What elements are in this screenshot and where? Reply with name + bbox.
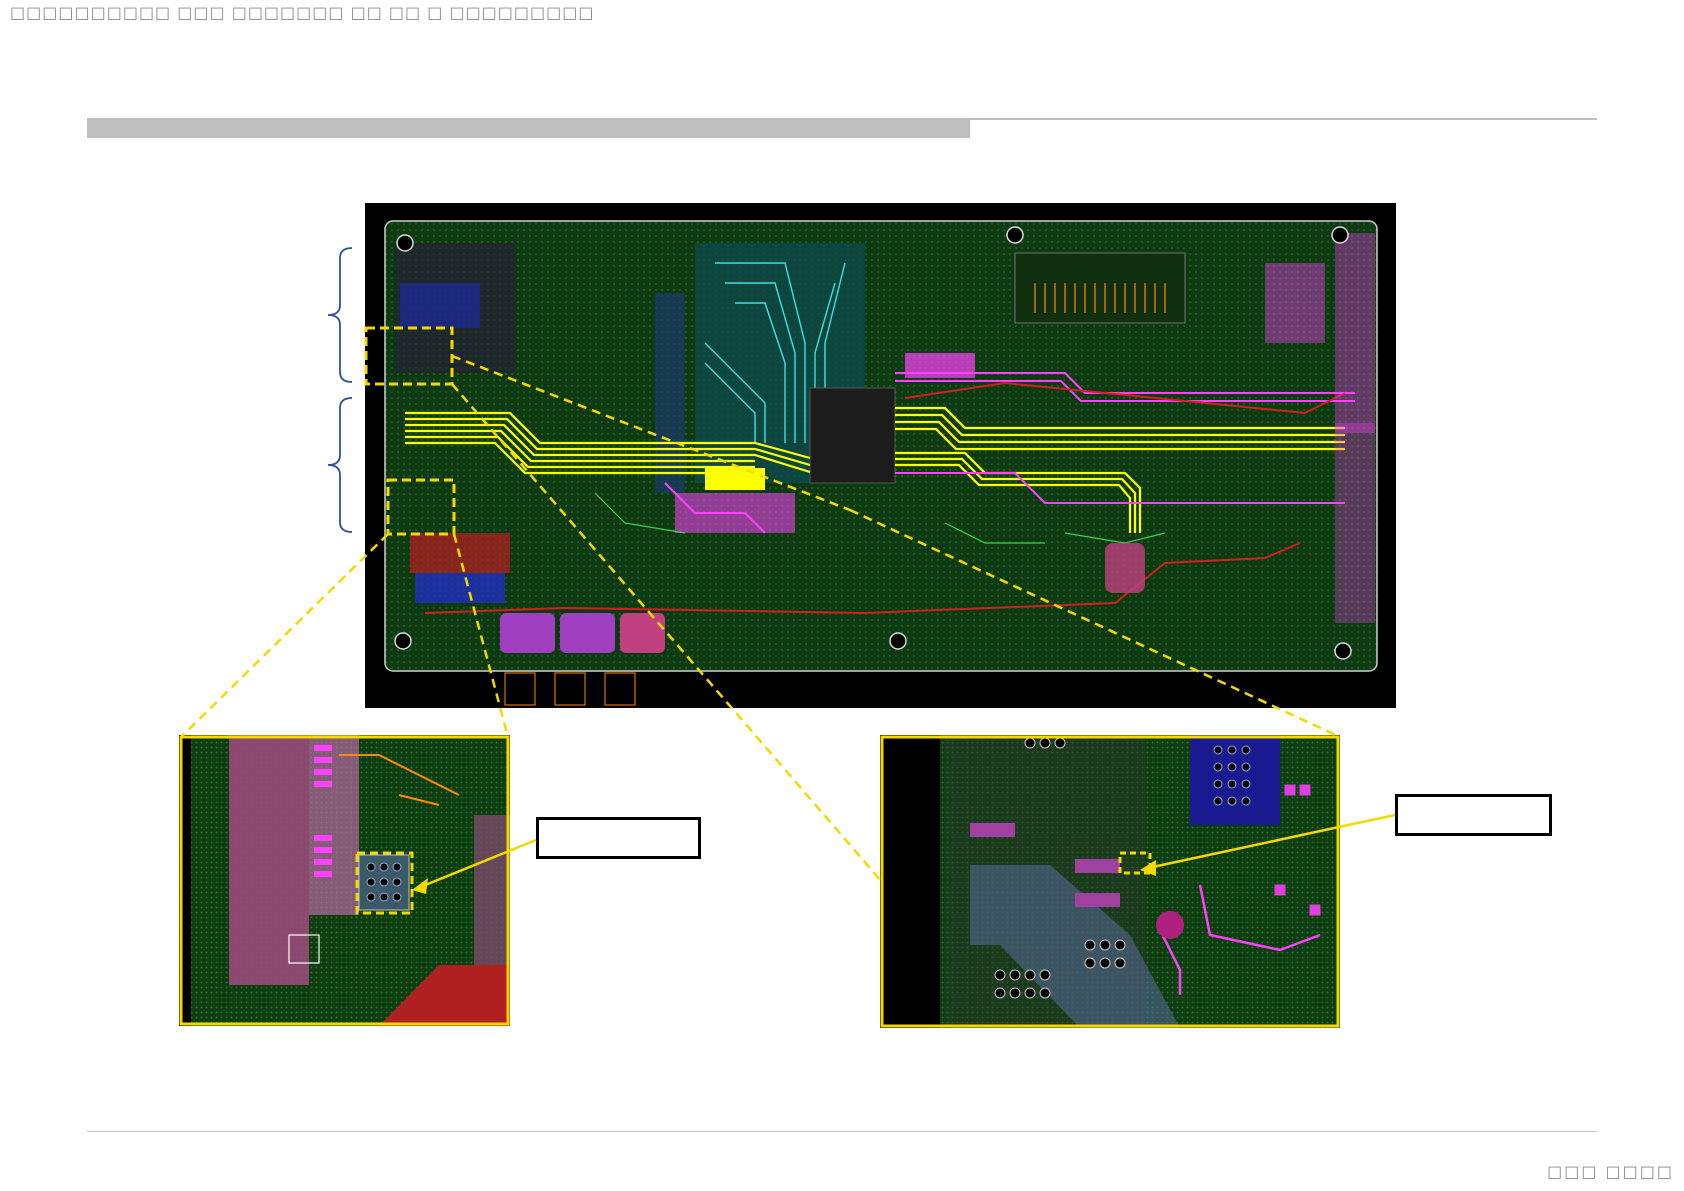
footer-rule	[87, 1131, 1597, 1132]
page-number: □□□ □□□□	[1547, 1162, 1674, 1181]
header-text: □□□□□□□□□□ □□□ □□□□□□□ □□ □□ □ □□□□□□□□□	[10, 3, 595, 22]
zoom-inset-left	[179, 735, 510, 1026]
brace-lower	[327, 397, 353, 533]
page-title-bar	[87, 118, 970, 138]
callout-box-right	[1395, 794, 1552, 836]
zoom-inset-right	[880, 735, 1340, 1028]
pcb-board-image	[365, 203, 1396, 708]
callout-box-left	[536, 817, 701, 859]
brace-upper	[327, 247, 353, 383]
